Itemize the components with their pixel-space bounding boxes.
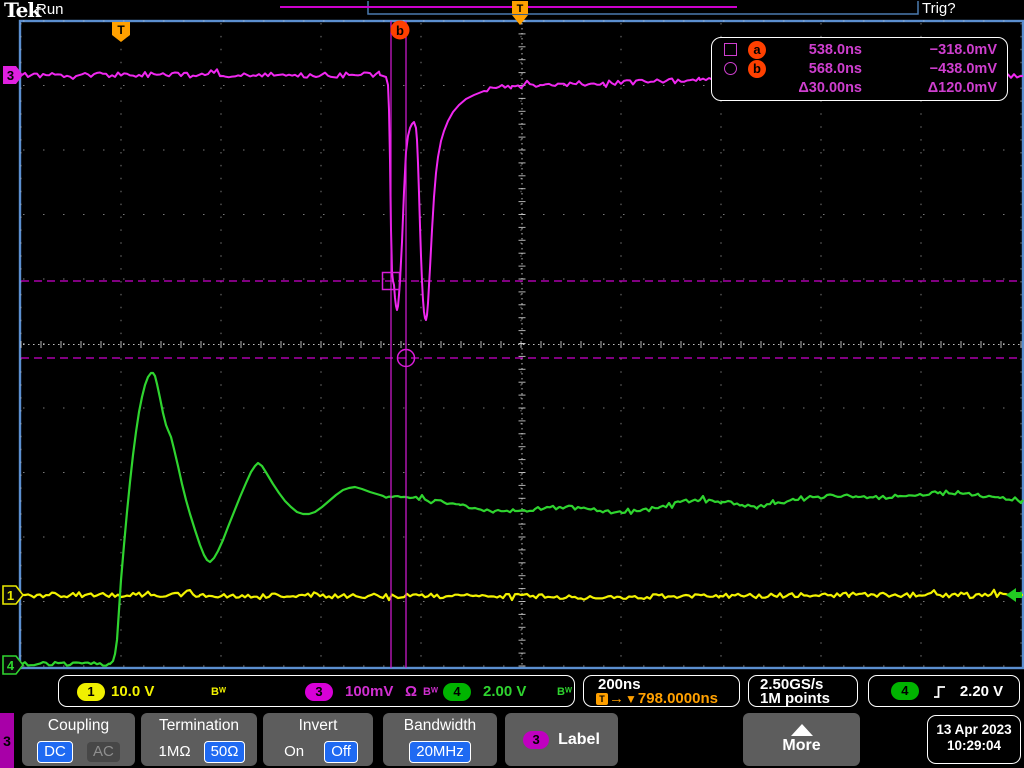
cursor-row-b: b 568.0ns −438.0mV (724, 59, 997, 78)
bandwidth-title: Bandwidth (403, 717, 477, 734)
more-button-text: More (782, 737, 821, 754)
trigger-readout-box[interactable]: 4 2.20 V (868, 675, 1020, 707)
date-text: 13 Apr 2023 (936, 722, 1012, 737)
trigger-level: 2.20 V (959, 682, 1004, 700)
channel-3-badge[interactable]: 3 (305, 683, 333, 701)
horizontal-readout-box[interactable]: 200ns T → ▼ 798.0000ns (583, 675, 740, 707)
menu-button-coupling[interactable]: Coupling DC AC (22, 713, 135, 766)
channel-readouts-box[interactable]: 1 10.0 V Bᵂ 3 100mV Ω Bᵂ 4 2.00 V Bᵂ (58, 675, 575, 707)
trace-ch1 (22, 588, 1024, 602)
rising-edge-icon (933, 685, 945, 698)
oscilloscope-screen: b T T 3 1 4 Tek Run Trig? a 538.0ns −318.0mV b 56… (0, 0, 1024, 768)
channel-3-bandwidth-limit-icon: Bᵂ (423, 686, 438, 698)
waveform-display: b T T 3 1 4 (2, 1, 1024, 675)
cursor-b-flag (390, 20, 410, 40)
cursor-volt-value: −438.0mV (929, 60, 997, 77)
svg-text:b: b (396, 23, 404, 38)
channel-3-impedance: Ω (405, 683, 418, 700)
bandwidth-option-20mhz[interactable]: 20MHz (409, 741, 471, 763)
termination-title: Termination (158, 717, 240, 734)
cursor-b-symbol-icon (724, 62, 737, 76)
cursor-b-circle-marker (396, 348, 416, 368)
record-length: 1M points (760, 690, 830, 707)
invert-option-on[interactable]: On (278, 742, 310, 762)
coupling-title: Coupling (47, 717, 110, 734)
arrow-right-icon: → (609, 690, 624, 707)
cursor-time-value: 538.0ns (808, 41, 862, 58)
channel-4-badge[interactable]: 4 (443, 683, 471, 701)
channel-1-badge[interactable]: 1 (77, 683, 105, 701)
acquisition-status: Run (36, 1, 64, 18)
cursor-volt-value: Δ120.0mV (927, 80, 997, 97)
trace-ch3 (21, 68, 1024, 321)
horizontal-delay: 798.0000ns (637, 690, 718, 707)
invert-title: Invert (298, 717, 338, 734)
acquisition-readout-box[interactable]: 2.50GS/s 1M points (748, 675, 858, 707)
cursor-a-square-marker (381, 271, 401, 291)
menu-button-label[interactable]: 3 Label (505, 713, 618, 766)
trigger-source-badge: 4 (890, 682, 919, 700)
ch4-zero-marker (2, 655, 25, 675)
graticule (20, 20, 1022, 667)
cursor-time-value: Δ30.00ns (798, 80, 862, 97)
cursor-row-a: a 538.0ns −318.0mV (724, 40, 997, 59)
trigger-status: Trig? (922, 0, 956, 17)
svg-text:T: T (117, 23, 125, 37)
cursor-a-badge: a (748, 40, 766, 59)
coupling-option-dc[interactable]: DC (37, 741, 73, 763)
svg-text:T: T (517, 3, 524, 15)
menu-button-termination[interactable]: Termination 1MΩ 50Ω (141, 713, 257, 766)
cursor-a-symbol-icon (724, 43, 737, 57)
invert-option-off[interactable]: Off (324, 741, 358, 763)
cursor-row-delta: Δ30.00ns Δ120.0mV (724, 79, 997, 98)
ch1-zero-marker (2, 585, 25, 605)
channel-1-scale: 10.0 V (111, 683, 155, 700)
channel-3-scale: 100mV (345, 683, 394, 700)
menu-button-bandwidth[interactable]: Bandwidth 20MHz (383, 713, 497, 766)
triangle-up-icon (790, 724, 813, 736)
svg-text:4: 4 (7, 658, 15, 673)
coupling-option-ac[interactable]: AC (87, 742, 120, 762)
delay-point-marker (512, 1, 528, 14)
menu-channel-tab[interactable]: 3 (0, 713, 14, 768)
termination-option-50ω[interactable]: 50Ω (203, 741, 246, 763)
channel-4-bandwidth-limit-icon: Bᵂ (557, 686, 572, 698)
trace-ch4 (21, 371, 1024, 667)
cursor-time-value: 568.0ns (808, 60, 862, 77)
channel-4-scale: 2.00 V (483, 683, 527, 700)
delay-point-arrow-icon (512, 15, 528, 25)
trigger-t-icon: T (596, 693, 608, 705)
menu-button-more[interactable]: More (743, 713, 860, 766)
channel-1-bandwidth-limit-icon: Bᵂ (211, 686, 226, 698)
trigger-level-arrow (1006, 588, 1022, 602)
cursor-readout-box: a 538.0ns −318.0mV b 568.0ns −438.0mV Δ30.00ns… (711, 37, 1008, 101)
trigger-time-marker (112, 22, 130, 42)
cursor-volt-value: −318.0mV (929, 41, 997, 58)
label-button-text: Label (558, 730, 600, 748)
record-view-bar (367, 1, 919, 15)
svg-text:1: 1 (7, 588, 14, 603)
ch3-zero-marker (3, 66, 23, 84)
menu-button-invert[interactable]: Invert On Off (263, 713, 373, 766)
triangle-down-icon: ▼ (625, 692, 637, 706)
graticule-frame (18, 19, 1024, 670)
time-text: 10:29:04 (946, 738, 1002, 753)
label-channel-badge: 3 (523, 730, 550, 749)
termination-option-1mω[interactable]: 1MΩ (153, 742, 197, 762)
cursor-b-badge: b (748, 59, 766, 78)
tek-logo: Tek (4, 0, 41, 22)
datetime-display: 13 Apr 2023 10:29:04 (927, 715, 1021, 764)
svg-text:3: 3 (7, 68, 14, 83)
